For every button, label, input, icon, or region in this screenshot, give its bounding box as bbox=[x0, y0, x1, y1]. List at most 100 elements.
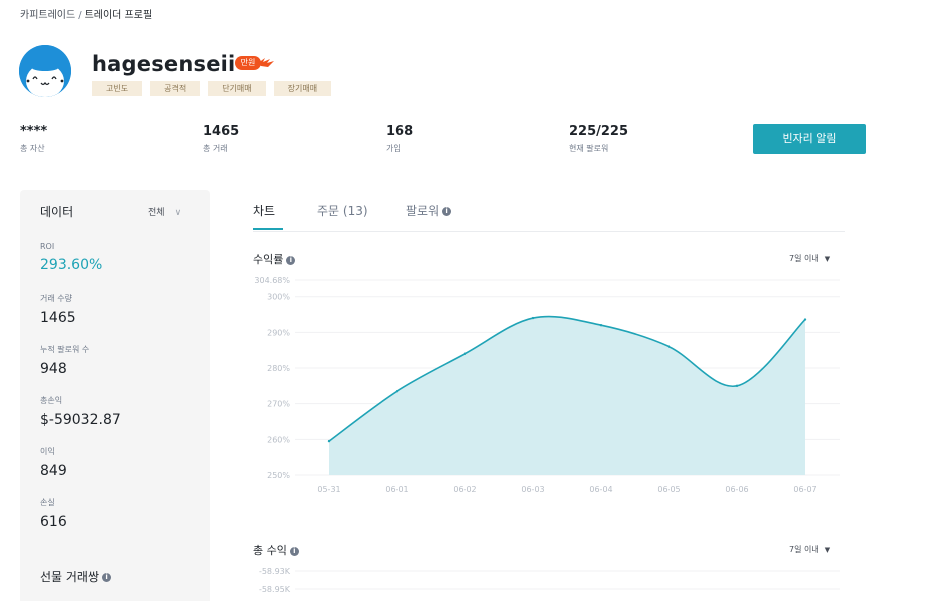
trader-tags: 고빈도 공격적 단기매매 장기매매 bbox=[92, 81, 332, 96]
y-tick-label: 250% bbox=[267, 471, 290, 480]
caret-down-icon: ▼ bbox=[824, 546, 831, 554]
profit-section-title: 총 수익 i bbox=[253, 542, 299, 558]
x-tick-label: 06-05 bbox=[657, 485, 680, 494]
y-tick-label: -58.95K bbox=[259, 585, 291, 594]
data-panel-title: 데이터 bbox=[40, 205, 74, 219]
metric-label: ROI bbox=[40, 242, 55, 251]
futures-pairs-title: 선물 거래쌍 i bbox=[40, 568, 112, 585]
roi-data-point[interactable] bbox=[667, 345, 671, 348]
profit-range-value: 7일 이내 bbox=[789, 545, 819, 554]
roi-area-fill bbox=[329, 316, 805, 475]
roi-range-value: 7일 이내 bbox=[789, 254, 819, 263]
breadcrumb-current: 트레이더 프로필 bbox=[84, 10, 153, 21]
tab-followers[interactable]: 팔로워 i bbox=[406, 202, 452, 219]
roi-chart: 250% 260% 270% 280% 290% 300% 304.68% 05-31 06-0… bbox=[254, 276, 840, 494]
tab-chart[interactable]: 차트 bbox=[253, 202, 275, 219]
tag: 단기매매 bbox=[208, 81, 266, 96]
breadcrumb-parent-link[interactable]: 카피트레이드 bbox=[20, 10, 75, 21]
metric-profit: 이익 849 bbox=[40, 446, 67, 479]
chevron-down-icon: ∨ bbox=[174, 208, 182, 218]
roi-data-point[interactable] bbox=[599, 324, 603, 327]
stat-total-assets: **** 총 자산 bbox=[20, 124, 47, 154]
metric-roi: ROI 293.60% bbox=[40, 242, 102, 273]
tab-orders[interactable]: 주문 (13) bbox=[317, 202, 368, 219]
info-icon[interactable]: i bbox=[286, 255, 296, 265]
profit-title-label: 총 수익 bbox=[253, 544, 287, 557]
stat-joined: 168 가입 bbox=[386, 124, 413, 154]
trader-badge: 만원 bbox=[235, 56, 275, 72]
info-icon[interactable]: i bbox=[289, 546, 299, 556]
x-tick-label: 06-07 bbox=[793, 485, 816, 494]
metric-value: 616 bbox=[40, 514, 67, 530]
metric-value: 293.60% bbox=[40, 257, 103, 273]
data-panel: 데이터 전체 ∨ ROI 293.60% 거래 수량 1465 누적 팔로워 수 … bbox=[20, 190, 210, 601]
stat-followers: 225/225 현재 팔로워 bbox=[569, 124, 628, 154]
metric-loss: 손실 616 bbox=[40, 497, 67, 530]
tag: 장기매매 bbox=[273, 81, 332, 96]
stat-label: 현재 팔로워 bbox=[569, 144, 609, 153]
info-icon: i bbox=[442, 207, 452, 216]
breadcrumb: 카피트레이드 / 트레이더 프로필 bbox=[20, 6, 152, 21]
stat-value: 225/225 bbox=[569, 124, 629, 139]
y-tick-label: 270% bbox=[267, 400, 290, 409]
y-tick-label: -58.93K bbox=[259, 567, 291, 576]
breadcrumb-separator: / bbox=[78, 10, 82, 21]
roi-data-point[interactable] bbox=[395, 389, 399, 393]
stat-total-trades: 1465 총 거래 bbox=[203, 124, 239, 154]
x-tick-label: 06-01 bbox=[385, 485, 408, 494]
stat-value: 1465 bbox=[203, 124, 240, 139]
period-filter-value: 전체 bbox=[148, 208, 165, 218]
stat-label: 총 자산 bbox=[20, 144, 45, 153]
roi-data-point[interactable] bbox=[327, 439, 331, 443]
metric-label: 손실 bbox=[40, 498, 55, 507]
y-max-label: 304.68% bbox=[254, 276, 290, 285]
metric-value: 948 bbox=[40, 361, 67, 377]
flame-icon bbox=[258, 58, 274, 67]
roi-data-point[interactable] bbox=[531, 316, 535, 320]
tag: 고빈도 bbox=[92, 81, 143, 96]
metric-label: 이익 bbox=[40, 447, 55, 456]
avatar bbox=[19, 45, 71, 97]
tab-followers-label: 팔로워 bbox=[406, 204, 440, 218]
metric-value: $-59032.87 bbox=[40, 412, 121, 428]
y-tick-label: 280% bbox=[267, 364, 290, 373]
stat-value: **** bbox=[20, 124, 48, 139]
x-tick-label: 06-06 bbox=[725, 485, 748, 494]
info-icon[interactable]: i bbox=[102, 573, 112, 582]
x-tick-label: 05-31 bbox=[317, 485, 340, 494]
trader-name: hagesenseii bbox=[92, 52, 236, 76]
profit-range-dropdown[interactable]: 7일 이내 ▼ bbox=[789, 544, 830, 555]
y-tick-label: 300% bbox=[267, 293, 290, 302]
metric-trade-count: 거래 수량 1465 bbox=[40, 293, 76, 326]
roi-data-point[interactable] bbox=[735, 384, 739, 388]
x-tick-label: 06-03 bbox=[521, 485, 544, 494]
metric-value: 1465 bbox=[40, 310, 76, 326]
y-tick-label: 260% bbox=[267, 435, 290, 444]
roi-range-dropdown[interactable]: 7일 이내 ▼ bbox=[789, 253, 830, 264]
tag: 공격적 bbox=[150, 81, 201, 96]
y-tick-label: 290% bbox=[267, 328, 290, 337]
content-tabs: 차트 주문 (13) 팔로워 i bbox=[253, 202, 845, 232]
x-tick-label: 06-02 bbox=[453, 485, 476, 494]
roi-data-point[interactable] bbox=[803, 318, 807, 321]
caret-down-icon: ▼ bbox=[824, 255, 831, 263]
x-tick-label: 06-04 bbox=[589, 485, 612, 494]
metric-label: 누적 팔로워 수 bbox=[40, 345, 90, 354]
metric-label: 총손익 bbox=[40, 396, 63, 405]
roi-section-title: 수익률 i bbox=[253, 251, 296, 267]
period-filter-dropdown[interactable]: 전체 ∨ bbox=[148, 205, 181, 218]
stat-value: 168 bbox=[386, 124, 414, 139]
metric-total-pnl: 총손익 $-59032.87 bbox=[40, 395, 121, 428]
stat-label: 가입 bbox=[386, 144, 401, 153]
roi-data-point[interactable] bbox=[463, 352, 467, 355]
avatar-seal-icon bbox=[19, 45, 71, 97]
active-tab-indicator bbox=[253, 228, 283, 230]
futures-pairs-label: 선물 거래쌍 bbox=[40, 570, 100, 584]
roi-title-label: 수익률 bbox=[253, 253, 284, 266]
metric-value: 849 bbox=[40, 463, 67, 479]
vacancy-alert-button[interactable]: 빈자리 알림 bbox=[753, 124, 866, 154]
metric-label: 거래 수량 bbox=[40, 294, 72, 303]
total-profit-chart: -58.93K -58.95K bbox=[259, 567, 840, 594]
metric-cumulative-followers: 누적 팔로워 수 948 bbox=[40, 344, 89, 377]
stat-label: 총 거래 bbox=[203, 144, 228, 153]
